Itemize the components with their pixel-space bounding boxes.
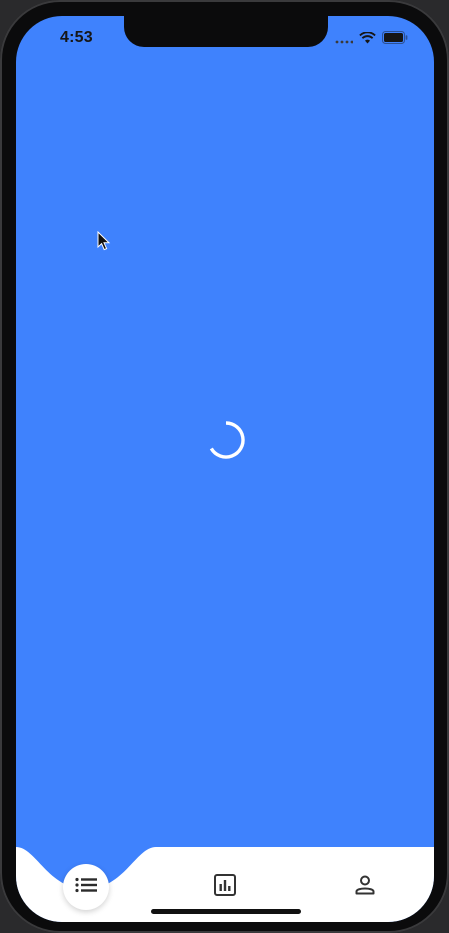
list-icon: [75, 877, 97, 898]
bottom-tab-bar: [16, 847, 434, 922]
status-icons: [335, 31, 408, 49]
home-indicator[interactable]: [151, 909, 301, 914]
app-screen: 4:53: [16, 16, 434, 922]
bar-chart-icon: [213, 873, 237, 902]
cellular-signal-icon: [335, 31, 354, 49]
tab-profile[interactable]: [352, 874, 378, 900]
loading-spinner: [206, 420, 246, 460]
tab-list[interactable]: [63, 864, 109, 910]
phone-frame: 4:53: [0, 0, 449, 933]
mouse-cursor-icon: [97, 230, 111, 251]
status-time: 4:53: [60, 29, 93, 46]
battery-icon: [382, 31, 408, 49]
tab-stats[interactable]: [212, 873, 238, 902]
wifi-icon: [359, 31, 376, 49]
device-notch: [124, 16, 328, 47]
person-icon: [353, 873, 377, 902]
